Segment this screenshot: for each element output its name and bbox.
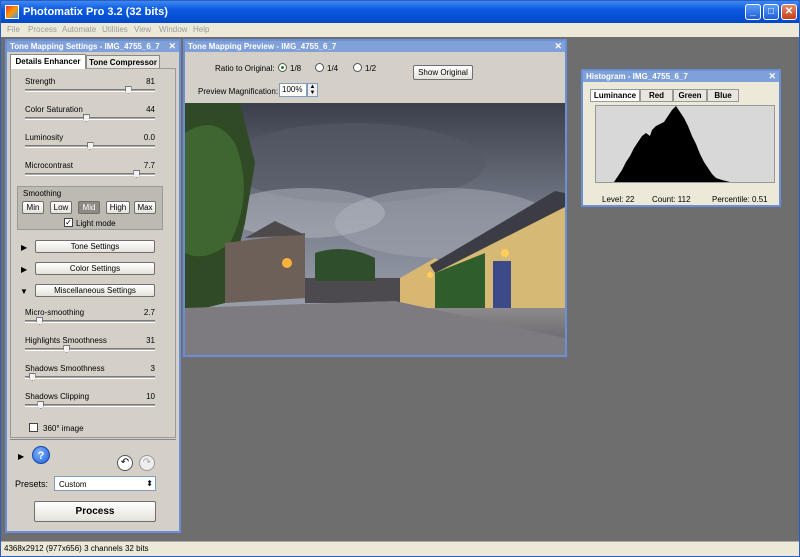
histogram-level: Level: 22: [602, 195, 635, 204]
tone-mapping-preview-panel: Tone Mapping Preview - IMG_4755_6_7 ✕ Ra…: [183, 39, 567, 357]
slider-value: 81: [146, 77, 155, 86]
slider-track[interactable]: [25, 404, 155, 407]
menu-view[interactable]: View: [134, 25, 151, 34]
ratio-1-8-radio[interactable]: [278, 63, 287, 72]
tab-details-enhancer[interactable]: Details Enhancer: [10, 54, 86, 69]
slider-label: Shadows Smoothness: [25, 364, 105, 373]
slider-label: Color Saturation: [25, 105, 83, 114]
slider-track[interactable]: [25, 376, 155, 379]
tab-luminance[interactable]: Luminance: [590, 89, 640, 102]
ratio-label: Ratio to Original:: [215, 64, 275, 73]
slider-track[interactable]: [25, 348, 155, 351]
expand-icon[interactable]: ▶: [18, 452, 24, 461]
slider-label: Micro-smoothing: [25, 308, 85, 317]
smoothing-high-button[interactable]: High: [106, 201, 130, 214]
presets-label: Presets:: [15, 479, 49, 489]
menu-window[interactable]: Window: [159, 25, 187, 34]
ratio-1-4-radio[interactable]: [315, 63, 324, 72]
collapse-misc-settings-icon[interactable]: ▼: [20, 287, 28, 296]
settings-panel-title: Tone Mapping Settings - IMG_4755_6_7 ✕: [7, 41, 179, 52]
ratio-1-8-label: 1/8: [290, 64, 302, 73]
ratio-1-2-label: 1/2: [365, 64, 377, 73]
magnification-input[interactable]: 100%: [279, 83, 307, 97]
slider-track[interactable]: [25, 89, 155, 92]
help-icon[interactable]: ?: [32, 446, 50, 464]
slider-track[interactable]: [25, 117, 155, 120]
menu-help[interactable]: Help: [193, 25, 209, 34]
slider-value: 7.7: [143, 161, 155, 170]
slider-value: 44: [146, 105, 155, 114]
status-bar: 4368x2912 (977x656) 3 channels 32 bits: [1, 541, 799, 556]
slider-value: 3: [150, 364, 155, 373]
close-icon[interactable]: ✕: [168, 41, 176, 52]
slider-value: 2.7: [143, 308, 155, 317]
slider-label: Luminosity: [25, 133, 64, 142]
menu-utilities[interactable]: Utilities: [102, 25, 128, 34]
app-window: Photomatix Pro 3.2 (32 bits) _ □ ✕ File …: [0, 0, 800, 557]
histogram-panel-title: Histogram - IMG_4755_6_7 ✕: [583, 71, 779, 82]
close-button[interactable]: ✕: [781, 4, 797, 20]
histogram-panel: Histogram - IMG_4755_6_7 ✕ Luminance Red…: [581, 69, 781, 207]
slider-value: 31: [146, 336, 155, 345]
slider-value: 10: [146, 392, 155, 401]
minimize-button[interactable]: _: [745, 4, 761, 20]
slider-label: Strength: [25, 77, 56, 86]
maximize-button[interactable]: □: [763, 4, 779, 20]
presets-select[interactable]: Custom ⬍: [54, 476, 156, 491]
image-360-label: 360° image: [43, 424, 84, 433]
smoothing-label: Smoothing: [23, 189, 62, 198]
magnification-label: Preview Magnification:: [198, 87, 279, 96]
tab-red[interactable]: Red: [640, 89, 673, 102]
close-icon[interactable]: ✕: [554, 41, 562, 52]
color-settings-button[interactable]: Color Settings: [35, 262, 155, 275]
hdr-photo: [185, 103, 565, 355]
expand-tone-settings-icon[interactable]: ▶: [21, 243, 27, 252]
ratio-1-2-radio[interactable]: [353, 63, 362, 72]
smoothing-max-button[interactable]: Max: [134, 201, 156, 214]
image-360-checkbox[interactable]: [29, 423, 38, 432]
histogram-count: Count: 112: [652, 195, 691, 204]
preview-panel-title: Tone Mapping Preview - IMG_4755_6_7 ✕: [185, 41, 565, 52]
process-button[interactable]: Process: [34, 501, 156, 522]
preview-image: [185, 103, 565, 355]
show-original-button[interactable]: Show Original: [413, 65, 473, 80]
window-title: Photomatix Pro 3.2 (32 bits): [23, 6, 168, 18]
slider-label: Microcontrast: [25, 161, 74, 170]
redo-icon[interactable]: ↷: [139, 455, 155, 471]
histogram-graph: [596, 106, 774, 182]
divider: [10, 439, 176, 440]
slider-label: Shadows Clipping: [25, 392, 90, 401]
presets-value: Custom: [59, 480, 87, 489]
tab-tone-compressor[interactable]: Tone Compressor: [86, 55, 160, 69]
smoothing-min-button[interactable]: Min: [22, 201, 44, 214]
miscellaneous-settings-button[interactable]: Miscellaneous Settings: [35, 284, 155, 297]
tone-mapping-settings-panel: Tone Mapping Settings - IMG_4755_6_7 ✕ D…: [5, 39, 181, 533]
tone-settings-button[interactable]: Tone Settings: [35, 240, 155, 253]
slider-track[interactable]: [25, 320, 155, 323]
title-bar: Photomatix Pro 3.2 (32 bits) _ □ ✕: [1, 1, 799, 23]
histogram-plot[interactable]: [595, 105, 775, 183]
details-enhancer-pane: [10, 68, 176, 438]
expand-color-settings-icon[interactable]: ▶: [21, 265, 27, 274]
chevron-updown-icon: ⬍: [146, 479, 153, 488]
tab-green[interactable]: Green: [673, 89, 707, 102]
histogram-percentile: Percentile: 0.51: [712, 195, 768, 204]
light-mode-label: Light mode: [76, 219, 116, 228]
smoothing-mid-button[interactable]: Mid: [78, 201, 100, 214]
menu-automate[interactable]: Automate: [62, 25, 96, 34]
menu-bar: File Process Automate Utilities View Win…: [1, 23, 799, 37]
slider-label: Highlights Smoothness: [25, 336, 107, 345]
ratio-1-4-label: 1/4: [327, 64, 339, 73]
light-mode-checkbox[interactable]: ✓: [64, 218, 73, 227]
app-logo-icon: [5, 5, 19, 19]
menu-file[interactable]: File: [7, 25, 20, 34]
slider-value: 0.0: [143, 133, 155, 142]
close-icon[interactable]: ✕: [768, 71, 776, 82]
smoothing-low-button[interactable]: Low: [50, 201, 72, 214]
menu-process[interactable]: Process: [28, 25, 57, 34]
undo-icon[interactable]: ↶: [117, 455, 133, 471]
tab-blue[interactable]: Blue: [707, 89, 739, 102]
magnification-stepper[interactable]: ▲ ▼: [307, 83, 318, 97]
